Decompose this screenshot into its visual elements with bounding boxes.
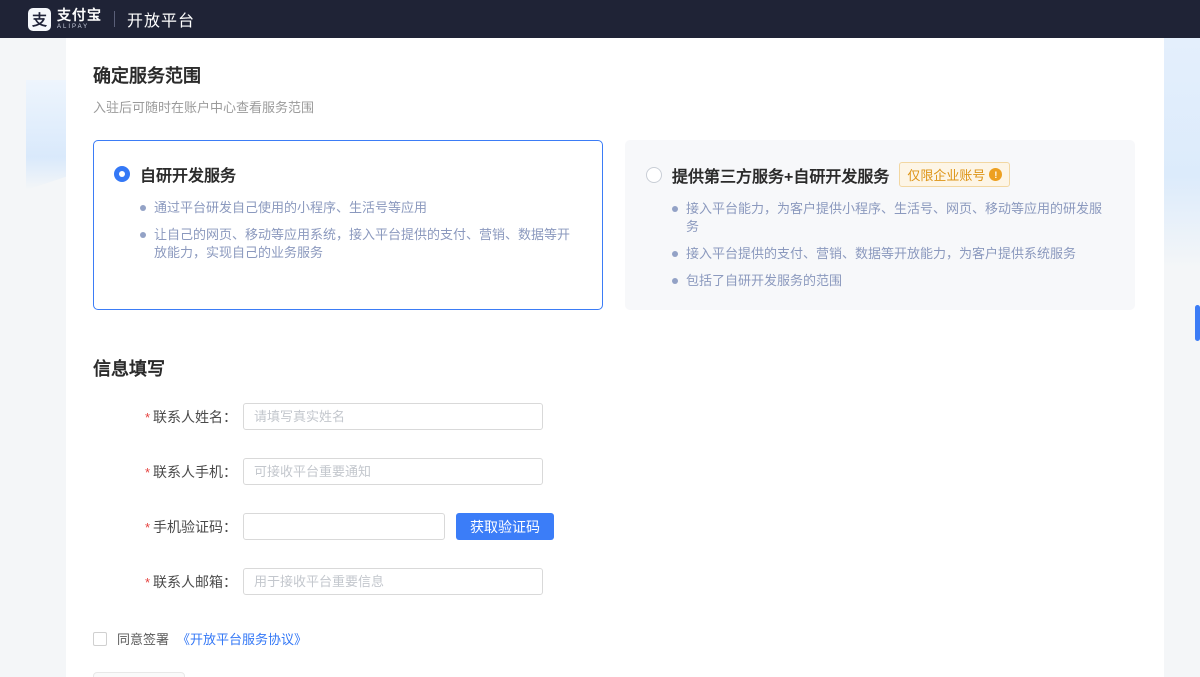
header-divider bbox=[114, 11, 115, 27]
form-row-contact-phone: * 联系人手机： bbox=[93, 458, 1137, 485]
agreement-text: 同意签署 bbox=[117, 632, 170, 647]
required-marker: * bbox=[144, 519, 150, 535]
alipay-logo-cn: 支付宝 bbox=[57, 7, 102, 23]
option-point: 接入平台能力，为客户提供小程序、生活号、网页、移动等应用的研发服务 bbox=[672, 200, 1112, 236]
form-row-contact-email: * 联系人邮箱： bbox=[93, 568, 1137, 595]
info-form: *联系人姓名： *联系人手机： *手机验证码： 获取验证码 *联系人邮箱： bbox=[93, 403, 1137, 677]
required-marker: * bbox=[144, 574, 150, 590]
radio-unselected-icon[interactable] bbox=[646, 166, 662, 183]
alipay-logo-glyph: 支 bbox=[31, 11, 47, 29]
contact-name-input[interactable] bbox=[243, 403, 543, 430]
contact-email-input[interactable] bbox=[243, 568, 543, 595]
required-marker: * bbox=[144, 409, 150, 425]
header-title: 开放平台 bbox=[127, 13, 196, 30]
sms-code-input[interactable] bbox=[243, 513, 445, 540]
alipay-logo-icon: 支 bbox=[28, 7, 51, 31]
field-label: 联系人姓名： bbox=[153, 408, 237, 425]
form-row-contact-name: * 联系人姓名： bbox=[93, 403, 1137, 430]
field-label: 手机验证码： bbox=[153, 518, 237, 535]
option-points: 通过平台研发自己使用的小程序、生活号等应用 让自己的网页、移动等应用系统，接入平… bbox=[140, 199, 582, 262]
alipay-logo[interactable]: 支 支付宝 ALIPAY bbox=[28, 7, 102, 31]
contact-phone-input[interactable] bbox=[243, 458, 543, 485]
option-title: 自研开发服务 bbox=[140, 168, 237, 185]
option-point: 让自己的网页、移动等应用系统，接入平台提供的支付、营销、数据等开放能力，实现自己… bbox=[140, 226, 580, 262]
field-label: 联系人邮箱： bbox=[153, 573, 237, 590]
service-scope-subtitle: 入驻后可随时在账户中心查看服务范围 bbox=[93, 100, 315, 115]
agreement-checkbox[interactable] bbox=[93, 631, 107, 646]
agreement-row: 同意签署 《开放平台服务协议》 bbox=[93, 629, 1137, 648]
info-form-title: 信息填写 bbox=[93, 359, 165, 379]
confirm-join-button[interactable]: 确认加入 bbox=[93, 672, 185, 677]
get-sms-code-button[interactable]: 获取验证码 bbox=[456, 513, 554, 540]
enterprise-only-badge: 仅限企业账号 ! bbox=[899, 162, 1011, 187]
required-marker: * bbox=[144, 464, 150, 480]
scrollbar-thumb[interactable] bbox=[1195, 305, 1200, 341]
option-points: 接入平台能力，为客户提供小程序、生活号、网页、移动等应用的研发服务 接入平台提供… bbox=[672, 200, 1114, 290]
field-label: 联系人手机： bbox=[153, 463, 237, 480]
info-icon: ! bbox=[989, 168, 1003, 181]
alipay-logo-en: ALIPAY bbox=[57, 24, 90, 30]
badge-label: 仅限企业账号 bbox=[907, 168, 986, 183]
service-option-cards: 自研开发服务 通过平台研发自己使用的小程序、生活号等应用 让自己的网页、移动等应… bbox=[93, 140, 1137, 310]
background-decoration-right bbox=[1163, 38, 1200, 268]
form-row-sms-code: * 手机验证码： 获取验证码 bbox=[93, 513, 1137, 540]
option-point: 通过平台研发自己使用的小程序、生活号等应用 bbox=[140, 199, 580, 217]
app-header: 支 支付宝 ALIPAY 开放平台 bbox=[0, 0, 1200, 38]
service-agreement-link[interactable]: 《开放平台服务协议》 bbox=[177, 629, 307, 648]
background-decoration-left bbox=[26, 80, 66, 190]
option-card-third-party[interactable]: 提供第三方服务+自研开发服务 仅限企业账号 ! 接入平台能力，为客户提供小程序、… bbox=[625, 140, 1135, 310]
radio-selected-icon[interactable] bbox=[114, 166, 130, 182]
option-point: 接入平台提供的支付、营销、数据等开放能力，为客户提供系统服务 bbox=[672, 245, 1112, 263]
option-point: 包括了自研开发服务的范围 bbox=[672, 272, 1112, 290]
service-scope-title: 确定服务范围 bbox=[93, 66, 201, 86]
main-panel: 确定服务范围 入驻后可随时在账户中心查看服务范围 自研开发服务 通过平台研发自己… bbox=[66, 38, 1164, 677]
option-card-self-dev[interactable]: 自研开发服务 通过平台研发自己使用的小程序、生活号等应用 让自己的网页、移动等应… bbox=[93, 140, 603, 310]
option-title: 提供第三方服务+自研开发服务 bbox=[672, 168, 890, 186]
